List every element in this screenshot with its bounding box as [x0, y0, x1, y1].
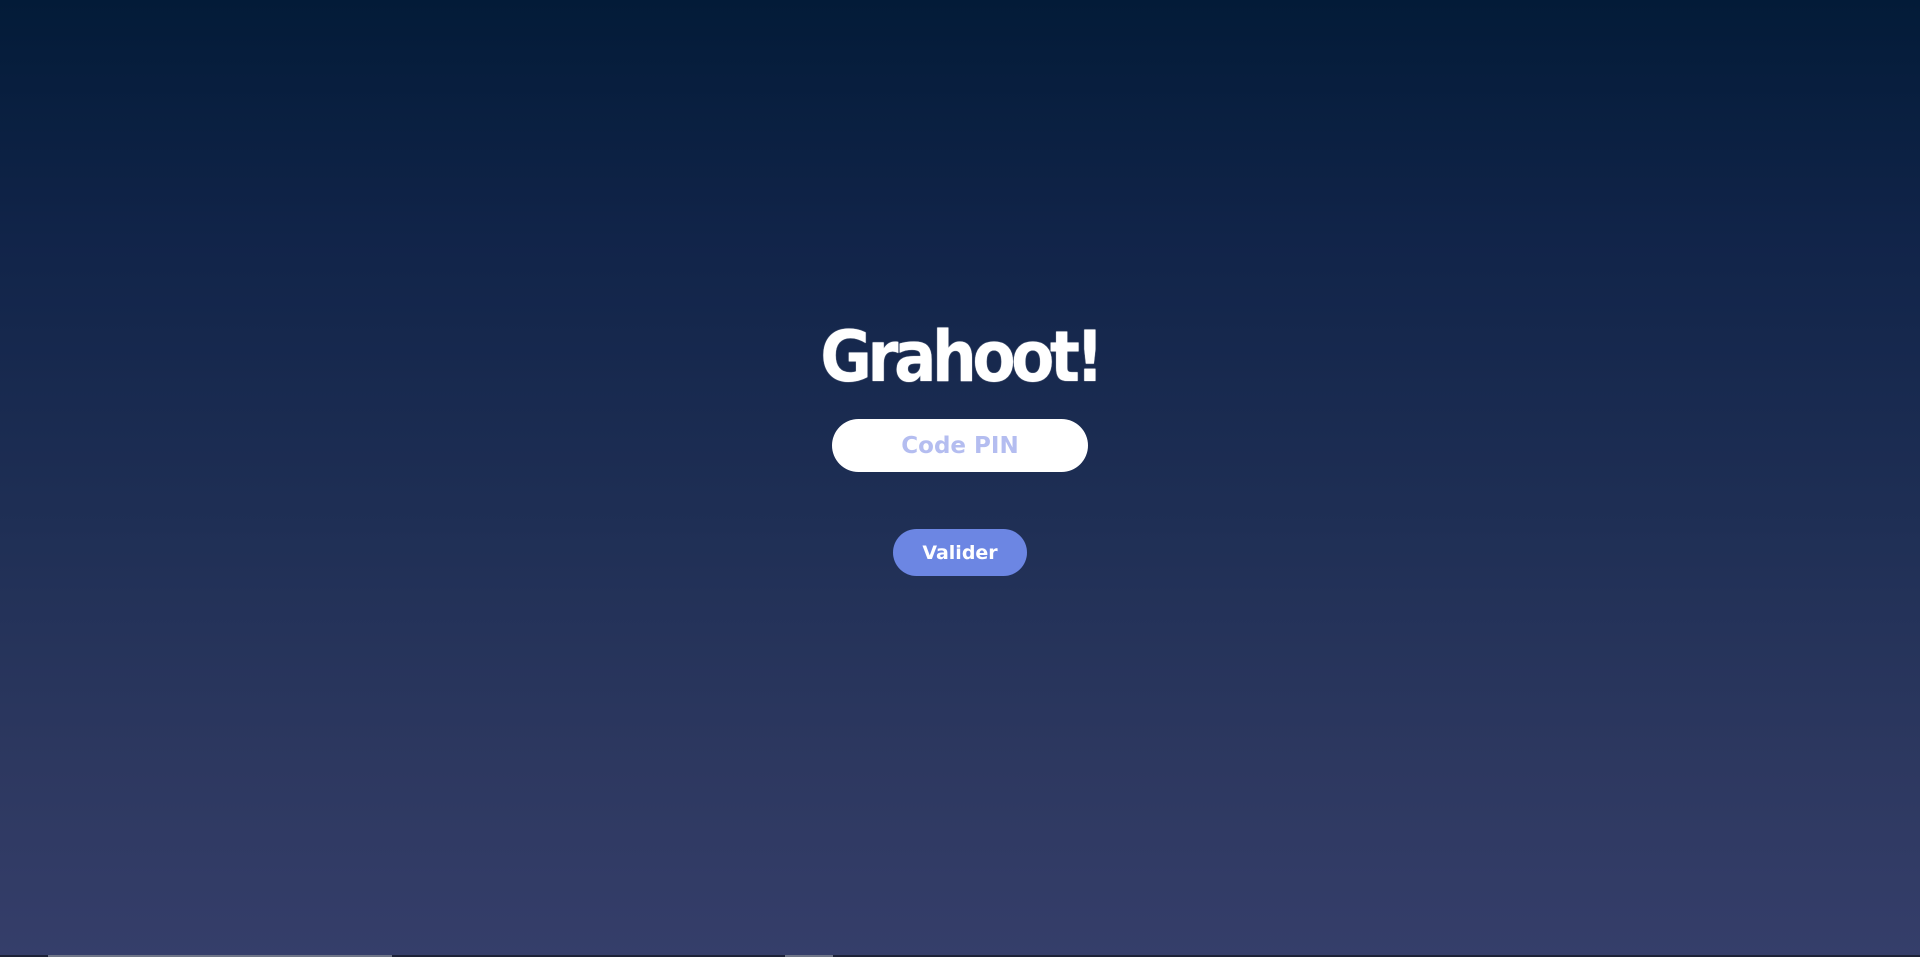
pin-code-input[interactable]	[832, 419, 1088, 472]
app-logo: Grahoot!	[820, 316, 1104, 398]
login-screen: Grahoot! Valider	[0, 0, 1920, 957]
validate-button[interactable]: Valider	[893, 529, 1027, 576]
